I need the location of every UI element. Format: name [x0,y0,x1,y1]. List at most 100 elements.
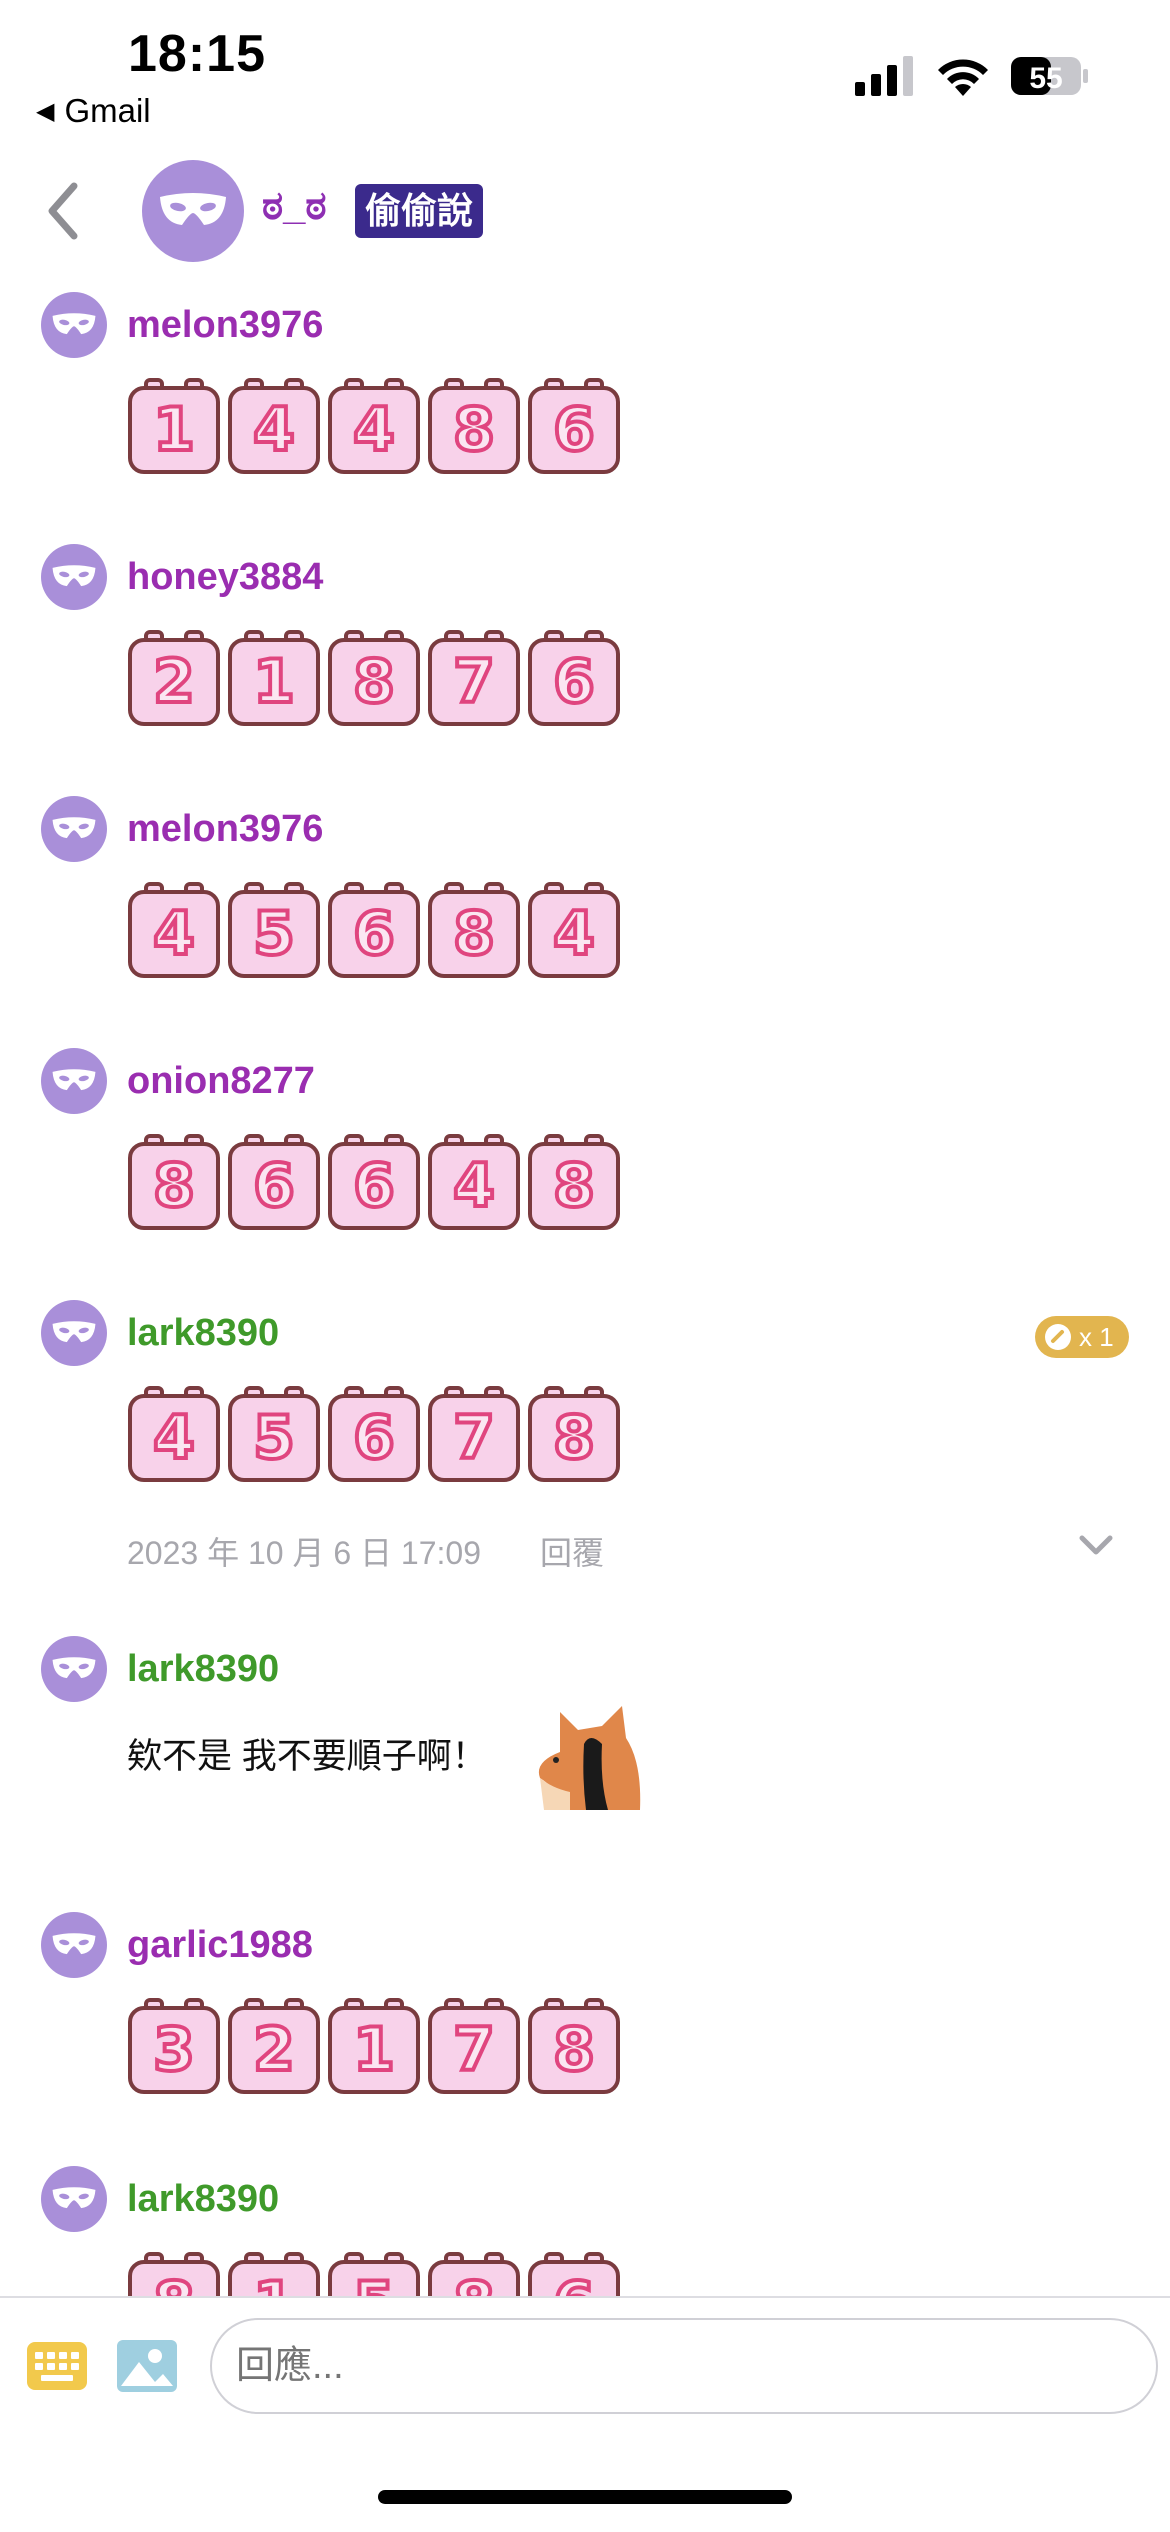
dice-value: 8 [551,1403,597,1473]
dice-icon: 4 [126,880,224,982]
mask-icon [52,2187,96,2209]
dice-value: 1 [351,2015,397,2085]
dice-icon: 7 [426,1384,524,1486]
user-avatar[interactable] [41,292,107,358]
mask-icon [52,1933,96,1955]
message-item: melon3976 4 5 6 8 4 [0,796,1170,996]
message-item: garlic1988 3 2 1 7 8 [0,1912,1170,2112]
dice-value: 4 [351,395,397,465]
dice-icon: 8 [526,1384,624,1486]
dice-icon: 1 [226,628,324,730]
dice-icon: 6 [326,880,424,982]
dice-icon: 3 [126,1996,224,2098]
dice-icon: 1 [126,376,224,478]
dice-icon: 4 [326,376,424,478]
dice-icon: 4 [526,880,624,982]
dice-value: 4 [151,899,197,969]
dice-icon: 7 [426,628,524,730]
dice-icon: 6 [326,1384,424,1486]
chevron-down-icon[interactable] [1076,1530,1116,1560]
dice-icon: 4 [126,1384,224,1486]
username[interactable]: lark8390 [127,1312,279,1355]
dice-value: 8 [351,647,397,717]
cellular-signal-icon [855,56,913,96]
coin-icon [1045,1324,1071,1350]
home-indicator [378,2490,792,2504]
dice-value: 6 [251,1151,297,1221]
dice-value: 1 [151,395,197,465]
keyboard-icon[interactable] [25,2336,89,2396]
image-icon[interactable] [115,2336,179,2396]
user-avatar[interactable] [41,1636,107,1702]
dice-roll: 21876 [126,628,626,730]
message-item: lark8390 欸不是 我不要順子啊！ [0,1636,1170,1836]
dice-value: 7 [451,647,497,717]
dice-icon: 6 [326,1132,424,1234]
back-to-app-link[interactable]: ◀ Gmail [36,92,151,130]
dice-value: 7 [451,1403,497,1473]
header-title: ಠ_ಠ [262,184,327,228]
dice-roll: 14486 [126,376,626,478]
composer-bar [0,2296,1170,2532]
dice-value: 2 [151,647,197,717]
dice-value: 1 [251,647,297,717]
dice-value: 6 [351,1403,397,1473]
back-app-label: Gmail [64,92,151,129]
username[interactable]: garlic1988 [127,1924,313,1967]
dice-value: 8 [551,2015,597,2085]
dice-value: 8 [451,395,497,465]
user-avatar[interactable] [41,1048,107,1114]
dice-value: 4 [251,395,297,465]
back-chevron-icon[interactable] [40,178,90,244]
username[interactable]: melon3976 [127,304,323,347]
username[interactable]: onion8277 [127,1060,315,1103]
user-avatar[interactable] [41,1912,107,1978]
user-avatar[interactable] [41,1300,107,1366]
dice-icon: 8 [426,880,524,982]
dice-value: 2 [251,2015,297,2085]
dice-value: 6 [351,1151,397,1221]
username[interactable]: melon3976 [127,808,323,851]
dice-icon: 6 [226,1132,324,1234]
mask-icon [52,817,96,839]
dice-icon: 8 [326,628,424,730]
battery-level: 55 [1029,62,1062,95]
user-avatar[interactable] [41,544,107,610]
dice-icon: 7 [426,1996,524,2098]
username[interactable]: lark8390 [127,1648,279,1691]
username[interactable]: honey3884 [127,556,323,599]
dice-icon: 6 [526,376,624,478]
user-avatar[interactable] [41,796,107,862]
dice-icon: 8 [126,1132,224,1234]
reply-link[interactable]: 回覆 [540,1528,604,1574]
mask-icon [52,1321,96,1343]
dice-value: 4 [151,1403,197,1473]
reward-badge[interactable]: x 1 [1035,1316,1129,1358]
dice-value: 6 [351,899,397,969]
dice-value: 6 [551,395,597,465]
dice-icon: 6 [526,628,624,730]
status-bar: 18:15 ◀ Gmail 55 [0,0,1170,130]
chat-header: ಠ_ಠ 偷偷說 [0,150,1170,270]
mask-icon [52,565,96,587]
dice-value: 8 [151,1151,197,1221]
battery-icon: 55 [1011,57,1088,95]
username[interactable]: lark8390 [127,2178,279,2221]
reward-count: x 1 [1079,1321,1114,1352]
anonymous-badge: 偷偷說 [355,184,484,238]
reply-input[interactable] [210,2318,1158,2414]
header-avatar[interactable] [142,160,244,262]
back-triangle-icon: ◀ [36,97,55,125]
dice-icon: 1 [326,1996,424,2098]
dice-value: 4 [451,1151,497,1221]
status-time: 18:15 [128,25,266,83]
dice-icon: 5 [226,880,324,982]
user-avatar[interactable] [41,2166,107,2232]
dice-roll: 45678 [126,1384,626,1486]
dice-roll: 32178 [126,1996,626,2098]
dice-value: 6 [551,647,597,717]
dice-icon: 8 [526,1132,624,1234]
dice-icon: 2 [126,628,224,730]
fox-sticker-icon [538,1706,641,1810]
dice-icon: 2 [226,1996,324,2098]
